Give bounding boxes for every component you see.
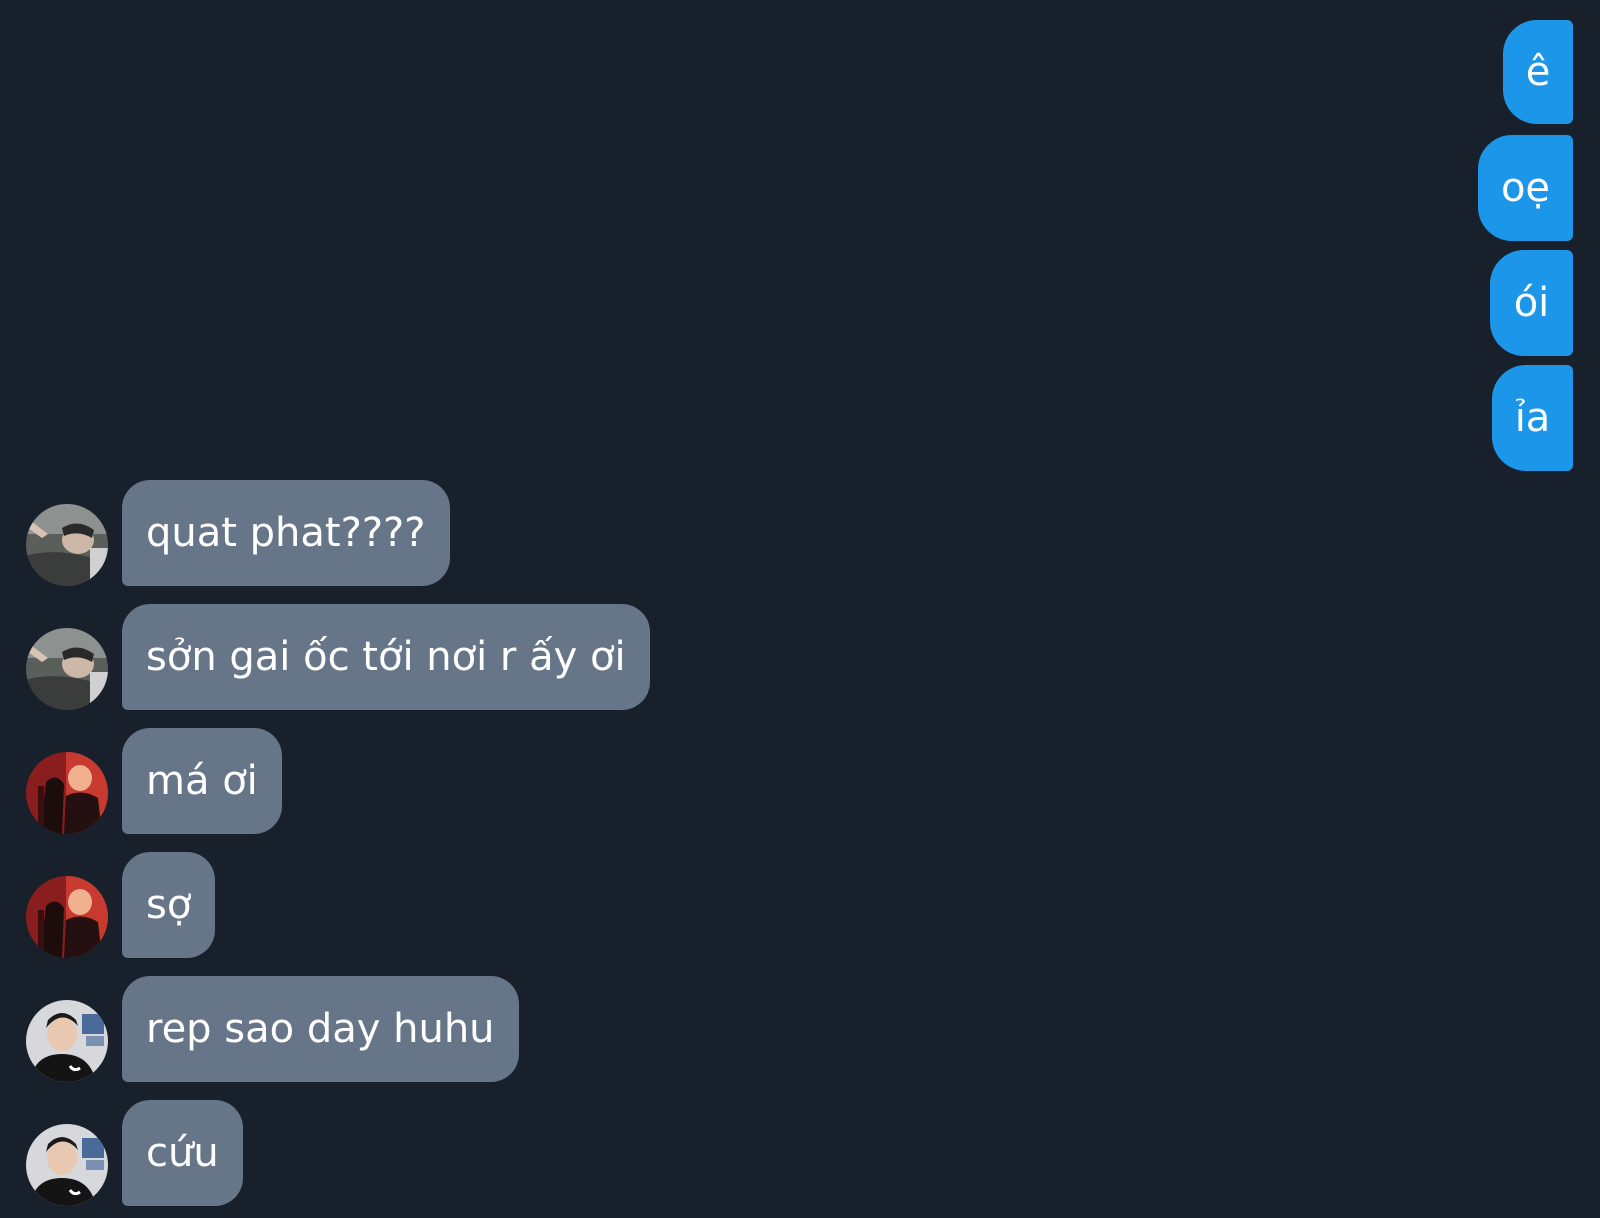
- avatar-photo-icon: [26, 752, 108, 834]
- sent-message[interactable]: oẹ: [1478, 135, 1573, 241]
- message-text: sởn gai ốc tới nơi r ấy ơi: [146, 634, 626, 680]
- user-avatar[interactable]: [26, 628, 108, 710]
- chat-thread: ê oẹ ói ỉa quat phat???? sởn gai ốc tới …: [0, 0, 1600, 1218]
- message-text: ỉa: [1514, 395, 1551, 441]
- message-text: sợ: [146, 882, 192, 928]
- avatar-photo-icon: [26, 504, 108, 586]
- message-text: oẹ: [1500, 165, 1551, 211]
- avatar-photo-icon: [26, 1000, 108, 1082]
- user-avatar[interactable]: [26, 752, 108, 834]
- user-avatar[interactable]: [26, 876, 108, 958]
- message-text: quat phat????: [146, 510, 426, 556]
- received-message[interactable]: sợ: [122, 852, 216, 958]
- received-message[interactable]: rep sao day huhu: [122, 976, 519, 1082]
- message-text: ói: [1513, 280, 1550, 326]
- sent-message[interactable]: ê: [1503, 20, 1573, 124]
- avatar-photo-icon: [26, 876, 108, 958]
- received-message[interactable]: cứu: [122, 1100, 243, 1206]
- message-text: má ơi: [146, 758, 258, 804]
- user-avatar[interactable]: [26, 1124, 108, 1206]
- user-avatar[interactable]: [26, 1000, 108, 1082]
- message-text: rep sao day huhu: [146, 1006, 495, 1052]
- avatar-photo-icon: [26, 1124, 108, 1206]
- message-text: cứu: [146, 1130, 219, 1176]
- received-message[interactable]: má ơi: [122, 728, 282, 834]
- sent-message[interactable]: ỉa: [1492, 365, 1573, 471]
- user-avatar[interactable]: [26, 504, 108, 586]
- received-message[interactable]: quat phat????: [122, 480, 450, 586]
- received-message[interactable]: sởn gai ốc tới nơi r ấy ơi: [122, 604, 650, 710]
- avatar-photo-icon: [26, 628, 108, 710]
- message-text: ê: [1525, 49, 1551, 95]
- sent-message[interactable]: ói: [1490, 250, 1573, 356]
